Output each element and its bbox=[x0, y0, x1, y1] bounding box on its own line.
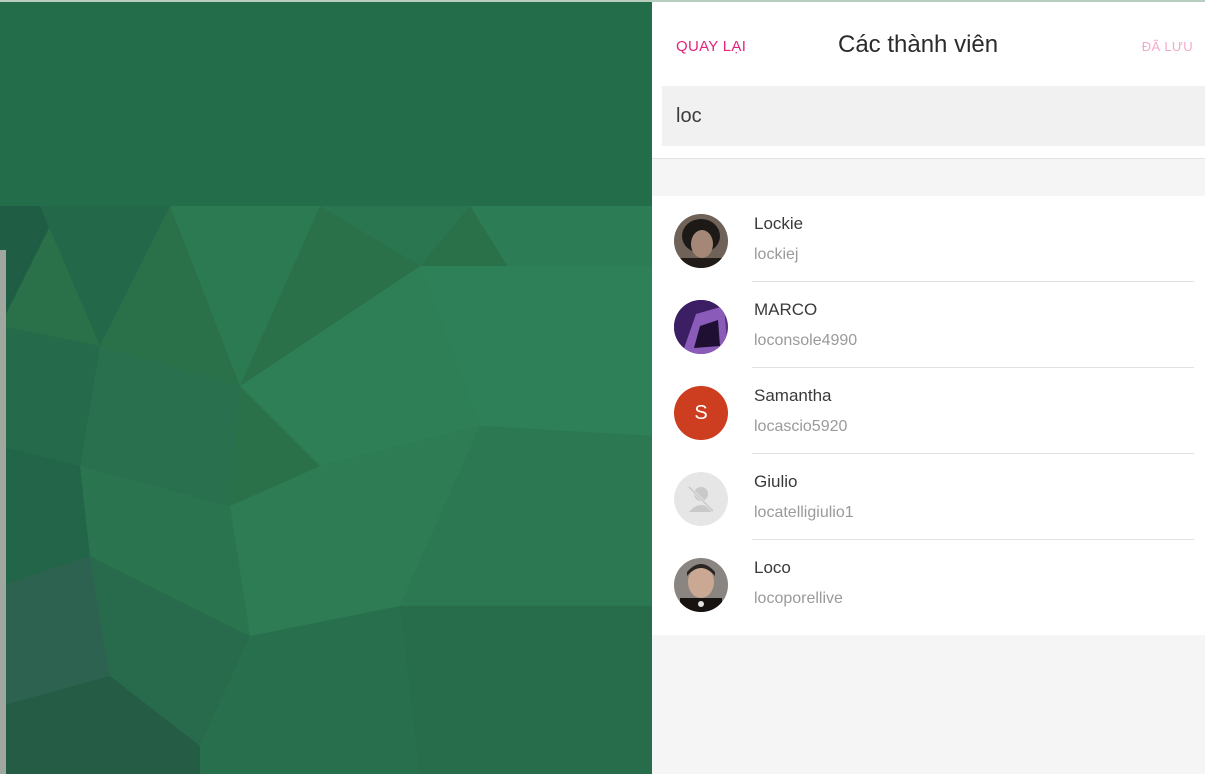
member-username: loconsole4990 bbox=[754, 332, 858, 349]
member-name: Giulio bbox=[754, 472, 798, 491]
save-button[interactable]: ĐÃ LƯU bbox=[1142, 39, 1193, 54]
member-name: Lockie bbox=[754, 214, 804, 233]
panel-title: Các thành viên bbox=[838, 31, 999, 58]
list-item[interactable]: S Samantha locascio5920 bbox=[652, 368, 1205, 454]
background-edge bbox=[0, 250, 6, 774]
avatar bbox=[674, 214, 728, 268]
search-input[interactable] bbox=[676, 86, 1186, 146]
back-button[interactable]: QUAY LẠI bbox=[676, 38, 746, 55]
member-name: Loco bbox=[754, 558, 791, 577]
member-results-list: Lockie lockiej MARCO loconsole4990 S Sam… bbox=[652, 196, 1205, 635]
list-item[interactable]: Giulio locatelligiulio1 bbox=[652, 454, 1205, 540]
list-item[interactable]: MARCO loconsole4990 bbox=[652, 282, 1205, 368]
search-box bbox=[662, 86, 1205, 146]
avatar: S bbox=[674, 386, 728, 440]
avatar-initial: S bbox=[694, 401, 708, 424]
member-username: locatelligiulio1 bbox=[754, 504, 854, 521]
app-screen: QUAY LẠI Các thành viên ĐÃ LƯU Lockie bbox=[0, 0, 1205, 774]
list-item[interactable]: Lockie lockiej bbox=[652, 196, 1205, 282]
polygon-background-pattern bbox=[0, 206, 652, 774]
list-item[interactable]: Loco locoporellive bbox=[652, 540, 1205, 626]
default-avatar-icon bbox=[674, 472, 728, 526]
panel-header: QUAY LẠI Các thành viên ĐÃ LƯU bbox=[652, 2, 1205, 159]
member-username: locoporellive bbox=[754, 590, 843, 607]
member-name: Samantha bbox=[754, 386, 832, 405]
member-username: lockiej bbox=[754, 246, 799, 263]
background-header-band bbox=[0, 2, 652, 206]
member-name: MARCO bbox=[754, 300, 818, 319]
members-panel: QUAY LẠI Các thành viên ĐÃ LƯU Lockie bbox=[652, 2, 1205, 774]
background-area bbox=[0, 2, 652, 774]
avatar bbox=[674, 558, 728, 612]
avatar bbox=[674, 300, 728, 354]
member-username: locascio5920 bbox=[754, 418, 848, 435]
